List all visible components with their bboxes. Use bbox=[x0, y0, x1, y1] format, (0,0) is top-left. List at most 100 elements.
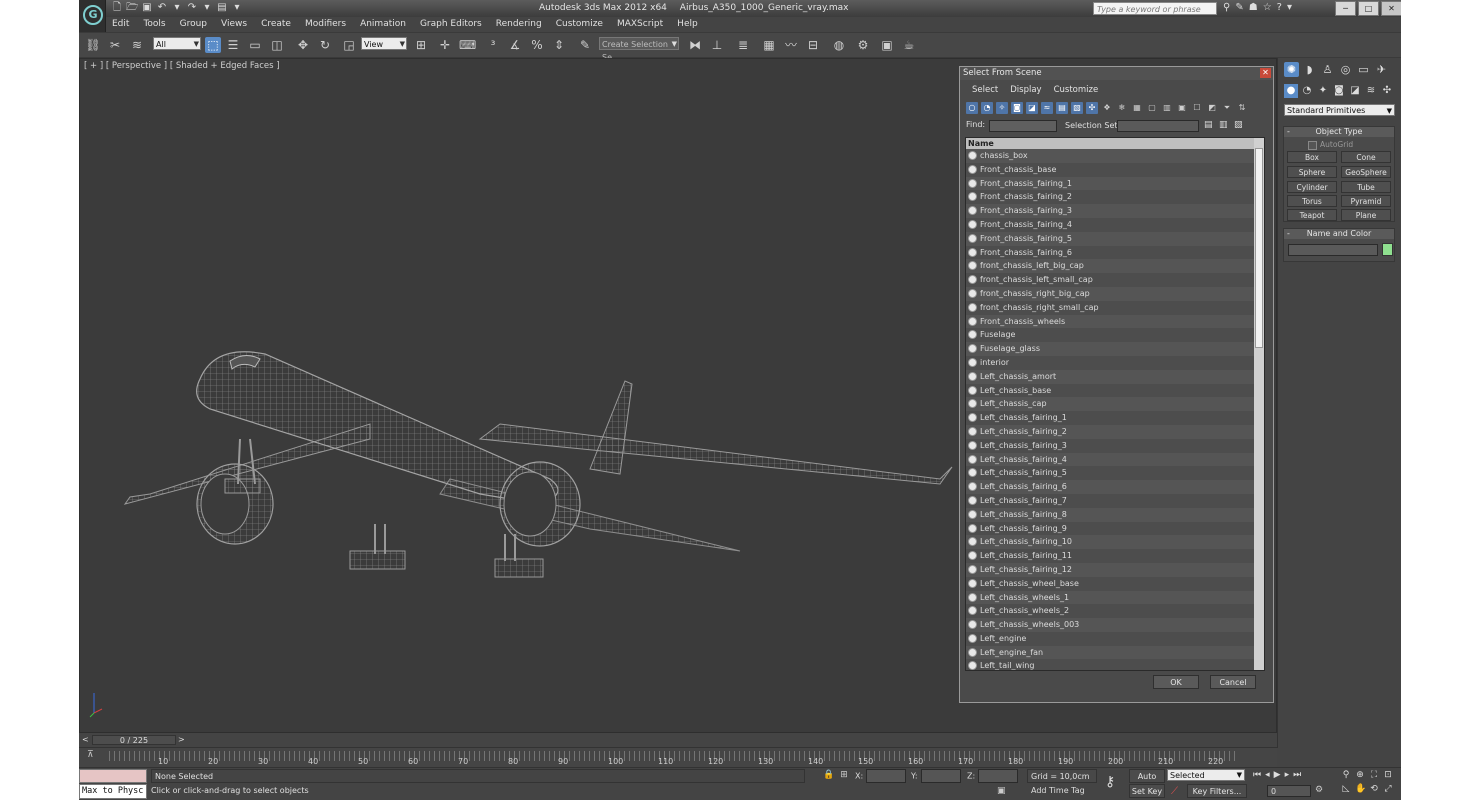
utilities-tab-icon[interactable]: ✈ bbox=[1374, 62, 1389, 77]
pan-icon[interactable]: ✋ bbox=[1355, 784, 1366, 794]
list-item[interactable]: Left_chassis_fairing_2 bbox=[966, 424, 1264, 439]
schematic-view-icon[interactable]: ⊟ bbox=[805, 37, 821, 53]
key-filters-button[interactable]: Key Filters... bbox=[1187, 784, 1247, 798]
play-icon[interactable]: ▶ bbox=[1274, 770, 1281, 780]
list-item[interactable]: Front_chassis_fairing_1 bbox=[966, 176, 1264, 191]
menu-graph-editors[interactable]: Graph Editors bbox=[413, 17, 489, 32]
shapes-category-icon[interactable]: ◔ bbox=[1300, 84, 1314, 98]
list-item[interactable]: Left_chassis_amort bbox=[966, 369, 1264, 384]
list-item[interactable]: Front_chassis_fairing_3 bbox=[966, 204, 1264, 218]
field-of-view-icon[interactable]: ◺ bbox=[1341, 784, 1351, 794]
menu-edit[interactable]: Edit bbox=[105, 17, 136, 32]
undo-dropdown-icon[interactable]: ▾ bbox=[171, 2, 183, 14]
select-all-icon[interactable]: ▣ bbox=[1176, 102, 1188, 114]
project-folder-icon[interactable]: ▤ bbox=[216, 2, 228, 14]
list-item[interactable]: Front_chassis_base bbox=[966, 163, 1264, 177]
list-item[interactable]: Left_chassis_base bbox=[966, 384, 1264, 398]
create-tab-icon[interactable]: ✺ bbox=[1284, 62, 1299, 77]
display-groups-icon[interactable]: ▤ bbox=[1056, 102, 1068, 114]
display-tab-icon[interactable]: ▭ bbox=[1356, 62, 1371, 77]
list-item[interactable]: Left_chassis_fairing_10 bbox=[966, 535, 1264, 550]
render-production-icon[interactable]: ☕ bbox=[901, 37, 917, 53]
menu-customize[interactable]: Customize bbox=[549, 17, 610, 32]
snaps-toggle-icon[interactable]: ³ bbox=[485, 37, 501, 53]
box-button[interactable]: Box bbox=[1287, 151, 1337, 163]
redo-dropdown-icon[interactable]: ▾ bbox=[201, 2, 213, 14]
selection-set-dropdown[interactable] bbox=[1117, 120, 1199, 132]
hierarchy-tab-icon[interactable]: ♙ bbox=[1320, 62, 1335, 77]
select-manipulate-icon[interactable]: ✛ bbox=[437, 37, 453, 53]
application-menu-button[interactable]: G bbox=[79, 0, 106, 32]
list-item[interactable]: Left_chassis_wheel_base bbox=[966, 577, 1264, 591]
dialog-menu-display[interactable]: Display bbox=[1004, 84, 1047, 97]
list-item[interactable]: Left_engine_fan bbox=[966, 645, 1264, 660]
menu-rendering[interactable]: Rendering bbox=[489, 17, 549, 32]
set-key-icon[interactable]: ⚷ bbox=[1105, 774, 1115, 790]
modify-tab-icon[interactable]: ◗ bbox=[1302, 62, 1317, 77]
close-window-button[interactable]: ✕ bbox=[1381, 1, 1401, 16]
set-key-button[interactable]: Set Key bbox=[1129, 784, 1165, 798]
named-selection-dropdown[interactable]: Create Selection Se ▼ bbox=[599, 37, 679, 62]
cameras-category-icon[interactable]: ◙ bbox=[1332, 84, 1346, 98]
scale-icon[interactable]: ◲ bbox=[341, 37, 357, 53]
list-item[interactable]: Left_engine bbox=[966, 632, 1264, 646]
list-item[interactable]: Left_chassis_fairing_11 bbox=[966, 549, 1264, 563]
tube-button[interactable]: Tube bbox=[1341, 181, 1391, 193]
menu-animation[interactable]: Animation bbox=[353, 17, 413, 32]
zoom-extents-all-icon[interactable]: ⊡ bbox=[1383, 770, 1393, 780]
bind-space-warp-icon[interactable]: ≋ bbox=[129, 37, 145, 53]
list-item[interactable]: front_chassis_left_small_cap bbox=[966, 273, 1264, 287]
sync-selection-icon[interactable]: ⇅ bbox=[1236, 102, 1248, 114]
current-frame-input[interactable]: 0 bbox=[1267, 785, 1311, 797]
dialog-title[interactable]: Select From Scene bbox=[960, 67, 1273, 80]
systems-category-icon[interactable]: ✣ bbox=[1380, 84, 1394, 98]
render-setup-icon[interactable]: ⚙ bbox=[855, 37, 871, 53]
list-item[interactable]: Front_chassis_fairing_5 bbox=[966, 231, 1264, 246]
time-tag-icon[interactable]: ▣ bbox=[997, 786, 1006, 796]
rectangular-region-icon[interactable]: ▭ bbox=[247, 37, 263, 53]
select-invert-icon[interactable]: ◩ bbox=[1206, 102, 1218, 114]
subscription-icon[interactable]: ☗ bbox=[1249, 2, 1258, 13]
cancel-button[interactable]: Cancel bbox=[1210, 675, 1256, 689]
viewport-label[interactable]: [ + ] [ Perspective ] [ Shaded + Edged F… bbox=[84, 61, 280, 71]
reference-coordinate-dropdown[interactable]: View ▼ bbox=[361, 37, 407, 50]
pyramid-button[interactable]: Pyramid bbox=[1341, 195, 1391, 207]
geometry-category-icon[interactable]: ● bbox=[1284, 84, 1298, 98]
lights-category-icon[interactable]: ✦ bbox=[1316, 84, 1330, 98]
teapot-button[interactable]: Teapot bbox=[1287, 209, 1337, 221]
list-item[interactable]: Left_chassis_wheels_1 bbox=[966, 590, 1264, 605]
display-geometry-icon[interactable]: ○ bbox=[966, 102, 978, 114]
save-file-icon[interactable]: ▣ bbox=[141, 2, 153, 14]
cylinder-button[interactable]: Cylinder bbox=[1287, 181, 1337, 193]
list-item[interactable]: chassis_box bbox=[966, 149, 1264, 163]
angle-snap-icon[interactable]: ∡ bbox=[507, 37, 523, 53]
graphite-toggle-icon[interactable]: ▦ bbox=[761, 37, 777, 53]
material-editor-icon[interactable]: ◍ bbox=[831, 37, 847, 53]
display-shapes-icon[interactable]: ◔ bbox=[981, 102, 993, 114]
list-item[interactable]: Fuselage_glass bbox=[966, 342, 1264, 356]
move-icon[interactable]: ✥ bbox=[295, 37, 311, 53]
sphere-button[interactable]: Sphere bbox=[1287, 166, 1337, 178]
list-item[interactable]: Left_chassis_fairing_8 bbox=[966, 507, 1264, 522]
zoom-icon[interactable]: ⚲ bbox=[1341, 770, 1351, 780]
name-and-color-header[interactable]: - Name and Color bbox=[1284, 229, 1394, 239]
list-item[interactable]: Front_chassis_fairing_6 bbox=[966, 246, 1264, 260]
edit-named-selection-icon[interactable]: ✎ bbox=[577, 37, 593, 53]
autogrid-checkbox[interactable]: AutoGrid bbox=[1308, 140, 1353, 150]
maximize-button[interactable]: □ bbox=[1358, 1, 1379, 16]
remove-from-selection-set-icon[interactable]: ▧ bbox=[1234, 120, 1245, 131]
object-name-input[interactable] bbox=[1288, 244, 1378, 256]
tools-icon[interactable]: ✎ bbox=[1235, 2, 1243, 13]
rotate-icon[interactable]: ↻ bbox=[317, 37, 333, 53]
list-item[interactable]: Front_chassis_wheels bbox=[966, 314, 1264, 329]
go-to-start-icon[interactable]: ⏮ bbox=[1253, 770, 1261, 780]
previous-frame-icon[interactable]: ◂ bbox=[1265, 770, 1270, 780]
list-header-name[interactable]: Name bbox=[966, 138, 1264, 149]
dialog-close-button[interactable]: ✕ bbox=[1260, 68, 1271, 78]
binoculars-icon[interactable]: ⚲ bbox=[1223, 2, 1230, 13]
list-item[interactable]: front_chassis_right_big_cap bbox=[966, 286, 1264, 301]
open-file-icon[interactable]: 🗁 bbox=[126, 2, 138, 14]
mirror-icon[interactable]: ⧓ bbox=[687, 37, 703, 53]
filter-icon[interactable]: ⏷ bbox=[1221, 102, 1233, 114]
ok-button[interactable]: OK bbox=[1153, 675, 1199, 689]
